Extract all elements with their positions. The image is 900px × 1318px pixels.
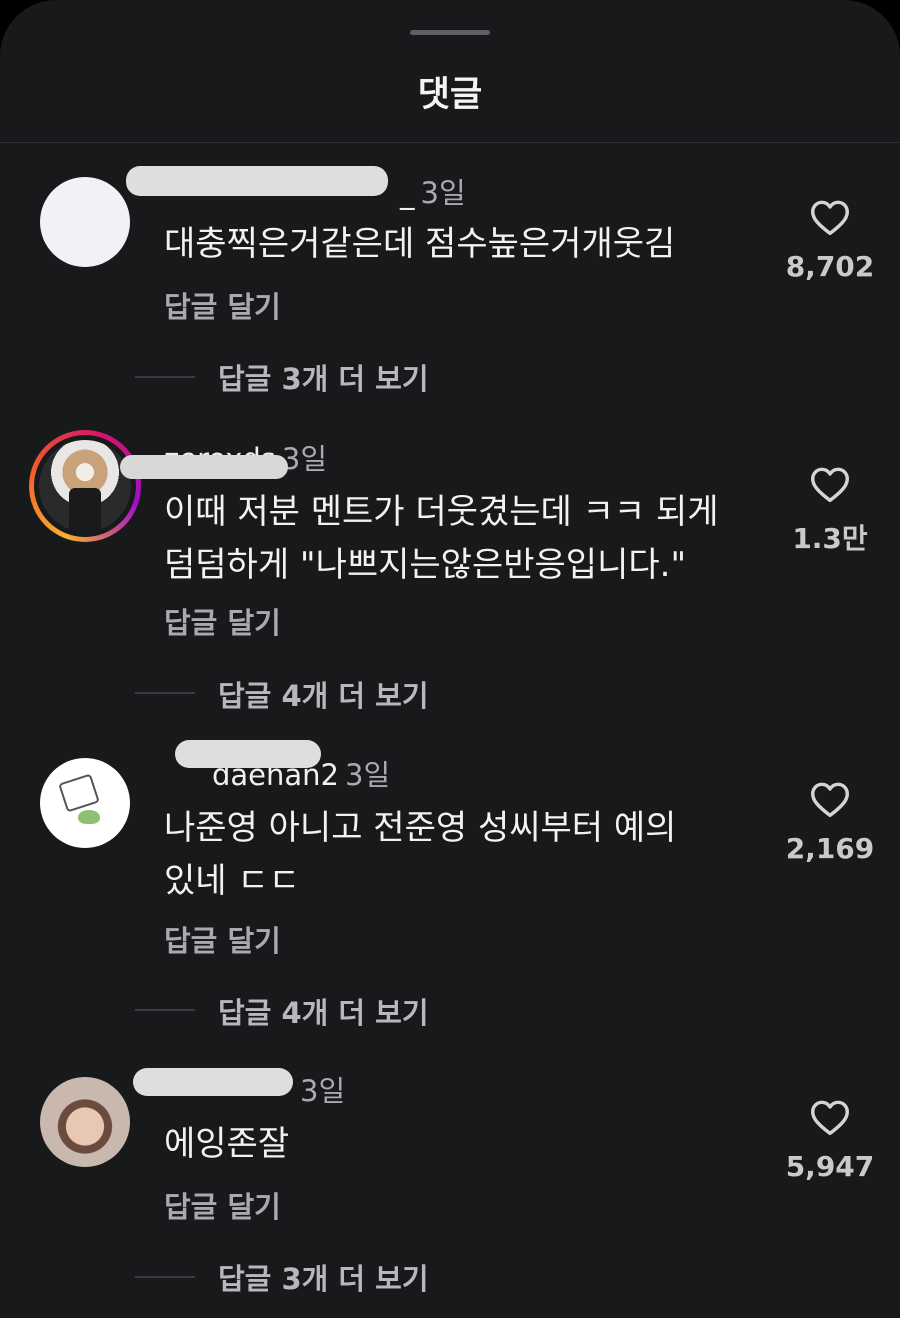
username-redaction [126, 166, 388, 196]
comment-time: 3일 [420, 176, 466, 210]
reply-button[interactable]: 답글 달기 [164, 284, 281, 326]
replies-divider [135, 1276, 195, 1278]
comment-time: 3일 [300, 1074, 346, 1108]
username-redaction [175, 740, 321, 768]
like-button[interactable]: 1.3만 [780, 465, 880, 557]
like-count: 1.3만 [792, 522, 868, 555]
username[interactable]: _ [400, 176, 415, 210]
view-replies-button[interactable]: 답글 3개 더 보기 [218, 356, 429, 398]
comment-text: 대충찍은거같은데 점수높은거개웃김 [164, 224, 676, 264]
like-button[interactable]: 8,702 [780, 198, 880, 283]
like-button[interactable]: 5,947 [780, 1098, 880, 1183]
drag-handle[interactable] [410, 30, 490, 35]
reply-button[interactable]: 답글 달기 [164, 918, 281, 960]
avatar [39, 440, 131, 532]
view-replies-button[interactable]: 답글 4개 더 보기 [218, 990, 429, 1032]
heart-outline-icon [811, 1100, 849, 1136]
comment-text: 이때 저분 멘트가 더웃겼는데 ㅋㅋ 되게 덤덤하게 "나쁘지는않은반응입니다.… [164, 492, 719, 585]
comment-text: 에잉존잘 [164, 1124, 290, 1164]
sheet-title: 댓글 [417, 75, 483, 115]
like-count: 8,702 [785, 250, 875, 283]
username-redaction [120, 455, 288, 479]
username-redaction [133, 1068, 293, 1096]
replies-divider [135, 376, 195, 378]
header-divider [0, 142, 900, 143]
like-count: 5,947 [785, 1150, 875, 1183]
heart-outline-icon [811, 782, 849, 818]
heart-outline-icon [811, 200, 849, 236]
view-replies-button[interactable]: 답글 4개 더 보기 [218, 673, 429, 715]
comments-sheet: 댓글 _ 3일 대충찍은거같은데 점수높은거개웃김 답글 달기 답글 3개 더 보… [0, 0, 900, 1318]
reply-button[interactable]: 답글 달기 [164, 600, 281, 642]
view-replies-button[interactable]: 답글 3개 더 보기 [218, 1256, 429, 1298]
replies-divider [135, 692, 195, 694]
avatar[interactable] [40, 758, 130, 848]
replies-divider [135, 1009, 195, 1011]
like-button[interactable]: 2,169 [780, 780, 880, 865]
comment-time: 3일 [345, 758, 391, 792]
heart-outline-icon [811, 467, 849, 503]
like-count: 2,169 [785, 832, 875, 865]
reply-button[interactable]: 답글 달기 [164, 1184, 281, 1226]
comment-time: 3일 [281, 442, 328, 476]
avatar[interactable] [40, 177, 130, 267]
story-ring[interactable] [29, 430, 141, 542]
avatar[interactable] [40, 1077, 130, 1167]
comment-text: 나준영 아니고 전준영 성씨부터 예의있네 ㄷㄷ [164, 808, 677, 901]
